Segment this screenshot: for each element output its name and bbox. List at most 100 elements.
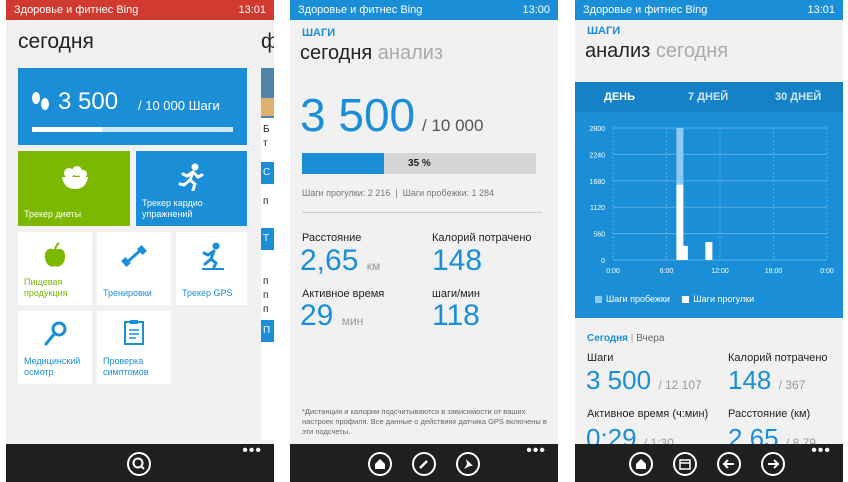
tab-7-days[interactable]: 7 ДНЕЙ bbox=[688, 91, 728, 103]
more-icon[interactable]: ••• bbox=[242, 442, 262, 460]
clipboard-icon bbox=[124, 320, 144, 345]
tab-day[interactable]: ДЕНЬ bbox=[604, 91, 635, 103]
stat-value: 148 bbox=[432, 244, 483, 277]
peek-text: Б bbox=[263, 124, 270, 135]
pivot-today[interactable]: сегодня bbox=[656, 40, 728, 62]
tile-label: Медицинский осмотр bbox=[24, 356, 81, 377]
gps-tracker-tile[interactable]: Трекер GPS bbox=[176, 232, 247, 305]
steps-chart: 0 560 1120 1680 2240 2800 0:00 6:00 12:00 18:00 0:… bbox=[589, 126, 834, 275]
stat-value: 29 мин bbox=[300, 299, 363, 333]
x-tick-label: 6:00 bbox=[660, 268, 674, 275]
status-bar: Здоровье и фитнес Bing 13:01 bbox=[6, 0, 274, 20]
back-icon[interactable] bbox=[717, 452, 741, 476]
stat-label: Активное время (ч:мин) bbox=[587, 408, 709, 420]
peek-text: п bbox=[263, 290, 269, 301]
app-bar: ••• bbox=[6, 442, 274, 482]
diet-tracker-tile[interactable]: Трекер диеты bbox=[18, 151, 130, 226]
stat-value: 3 500 / 12 107 bbox=[586, 365, 702, 396]
active-time-value: 29 bbox=[300, 299, 334, 332]
stat-label: Расстояние bbox=[302, 232, 362, 244]
y-tick-label: 0 bbox=[601, 258, 605, 265]
pin-icon[interactable] bbox=[456, 452, 480, 476]
legend-run: Шаги пробежки bbox=[606, 294, 670, 304]
peek-text: Т bbox=[263, 233, 270, 244]
day-switch: Сегодня | Вчера bbox=[587, 333, 664, 344]
more-icon[interactable]: ••• bbox=[811, 442, 831, 460]
next-page-peek-title: ф bbox=[261, 30, 274, 53]
pivot-header: сегодня анализ bbox=[300, 42, 443, 65]
gps-runner-icon bbox=[202, 242, 224, 270]
stat-label: Калорий потрачено bbox=[432, 232, 532, 244]
more-icon[interactable]: ••• bbox=[526, 442, 546, 460]
bar-walk bbox=[705, 242, 713, 260]
stethoscope-icon bbox=[44, 321, 67, 346]
steps-value: 3 500 bbox=[58, 88, 119, 115]
home-icon[interactable] bbox=[368, 452, 392, 476]
app-title: Здоровье и фитнес Bing bbox=[298, 4, 423, 16]
legend-swatch-walk bbox=[682, 296, 690, 304]
x-tick-label: 12:00 bbox=[711, 268, 729, 275]
y-tick-label: 560 bbox=[593, 232, 605, 239]
steps-goal: / 10 000 Шаги bbox=[138, 98, 220, 113]
next-page-peek: Б т С п Т п п п П bbox=[261, 68, 274, 440]
legend-walk: Шаги прогулки bbox=[693, 294, 755, 304]
x-tick-label: 0:00 bbox=[820, 268, 834, 275]
phone-screen-steps-analysis: Здоровье и фитнес Bing 13:01 ШАГИ анализ… bbox=[575, 0, 843, 482]
app-title: Здоровье и фитнес Bing bbox=[583, 4, 708, 16]
distance-value: 2,65 bbox=[300, 244, 359, 277]
clock: 13:01 bbox=[238, 4, 266, 16]
section-label: ШАГИ bbox=[587, 25, 621, 37]
day-today[interactable]: Сегодня bbox=[587, 333, 628, 344]
stat-value: 148 / 367 bbox=[728, 365, 805, 396]
tab-30-days[interactable]: 30 ДНЕЙ bbox=[775, 91, 821, 103]
peek-text: П bbox=[263, 325, 271, 336]
legend-swatch-run bbox=[595, 296, 602, 304]
workouts-tile[interactable]: Тренировки bbox=[97, 232, 171, 305]
symptom-checker-tile[interactable]: Проверка симптомов bbox=[97, 311, 171, 384]
app-bar: ••• bbox=[575, 442, 843, 482]
runner-icon bbox=[178, 163, 204, 191]
peek-text: п bbox=[263, 276, 269, 287]
clock: 13:01 bbox=[807, 4, 835, 16]
steps-progress-track bbox=[32, 127, 233, 132]
section-label: ШАГИ bbox=[302, 27, 336, 39]
day-separator: | bbox=[630, 333, 634, 344]
steps-breakdown: Шаги прогулки: 2 216 | Шаги пробежки: 1 … bbox=[302, 188, 495, 198]
forward-icon[interactable] bbox=[761, 452, 785, 476]
food-products-tile[interactable]: Пищевая продукция bbox=[18, 232, 92, 305]
steps-progress-fill bbox=[32, 127, 103, 132]
chart-legend: Шаги пробежки Шаги прогулки bbox=[595, 294, 754, 304]
cardio-tracker-tile[interactable]: Трекер кардио упражнений bbox=[136, 151, 247, 226]
medical-checkup-tile[interactable]: Медицинский осмотр bbox=[18, 311, 92, 384]
y-tick-label: 2240 bbox=[589, 152, 605, 159]
tile-label: Трекер GPS bbox=[182, 288, 233, 298]
divider bbox=[302, 212, 542, 213]
peek-image-band bbox=[261, 98, 274, 116]
steps-progress-bar: 35 % bbox=[302, 153, 536, 174]
steps-goal: / 12 107 bbox=[658, 378, 702, 392]
calendar-icon[interactable] bbox=[673, 452, 697, 476]
steps-tile[interactable]: 3 500 / 10 000 Шаги bbox=[18, 68, 247, 145]
steps-goal: / 10 000 bbox=[422, 116, 484, 135]
home-icon[interactable] bbox=[629, 452, 653, 476]
clock: 13:00 bbox=[522, 4, 550, 16]
steps-big-value: 3 500 bbox=[300, 89, 416, 141]
page-title: сегодня bbox=[18, 30, 94, 53]
distance-unit: км bbox=[366, 259, 381, 273]
stat-label: Шаги bbox=[587, 352, 614, 364]
tile-label: Тренировки bbox=[103, 288, 152, 298]
pivot-header: анализ сегодня bbox=[585, 40, 728, 63]
apple-icon bbox=[44, 242, 66, 267]
search-icon[interactable] bbox=[127, 452, 151, 476]
pivot-analysis[interactable]: анализ bbox=[585, 40, 650, 62]
pivot-today[interactable]: сегодня bbox=[300, 42, 372, 64]
footprints-icon bbox=[32, 92, 49, 110]
pivot-analysis[interactable]: анализ bbox=[378, 42, 443, 64]
phone-screen-steps-today: Здоровье и фитнес Bing 13:00 ШАГИ сегодн… bbox=[290, 0, 558, 482]
steps-value: 3 500 bbox=[586, 365, 652, 395]
x-tick-label: 0:00 bbox=[606, 268, 620, 275]
phone-screen-hub: Здоровье и фитнес Bing 13:01 сегодня ф 3… bbox=[6, 0, 274, 482]
active-time-unit: мин bbox=[341, 314, 364, 328]
day-yesterday[interactable]: Вчера bbox=[636, 333, 664, 344]
edit-icon[interactable] bbox=[412, 452, 436, 476]
